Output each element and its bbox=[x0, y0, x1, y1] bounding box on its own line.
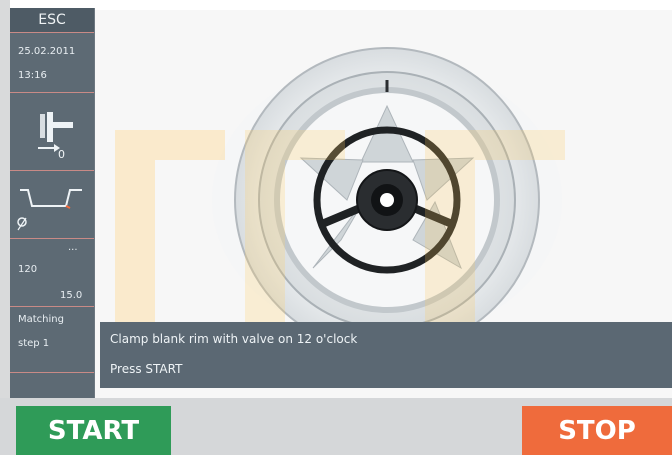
divider bbox=[10, 170, 94, 171]
offset-value: 0 bbox=[58, 148, 65, 161]
instruction-box: Clamp blank rim with valve on 12 o'clock… bbox=[100, 322, 672, 388]
esc-button[interactable]: ESC bbox=[10, 8, 94, 33]
step-label: step 1 bbox=[18, 338, 50, 349]
divider bbox=[10, 306, 94, 307]
instruction-line-1: Clamp blank rim with valve on 12 o'clock bbox=[110, 332, 358, 346]
rim-profile-icon bbox=[17, 189, 82, 231]
sidebar: ESC 25.02.2011 13:16 0 ... 120 15.0 Matc… bbox=[10, 8, 95, 398]
time-display: 13:16 bbox=[18, 70, 47, 81]
value-right: 15.0 bbox=[60, 290, 83, 301]
date-display: 25.02.2011 bbox=[18, 46, 76, 57]
mode-label: Matching bbox=[18, 314, 64, 325]
dots-indicator: ... bbox=[68, 242, 78, 253]
clamp-offset-icon bbox=[38, 112, 73, 152]
stop-button[interactable]: STOP bbox=[522, 406, 672, 455]
divider bbox=[10, 238, 94, 239]
value-left: 120 bbox=[18, 264, 38, 275]
offset-icon-box[interactable] bbox=[10, 104, 94, 164]
left-edge-strip bbox=[0, 0, 10, 400]
divider bbox=[10, 92, 94, 93]
rim-profile-box[interactable] bbox=[10, 178, 94, 236]
divider bbox=[10, 372, 94, 373]
start-button[interactable]: START bbox=[16, 406, 171, 455]
app-window: ESC 25.02.2011 13:16 0 ... 120 15.0 Matc… bbox=[0, 0, 672, 455]
instruction-line-2: Press START bbox=[110, 362, 183, 376]
